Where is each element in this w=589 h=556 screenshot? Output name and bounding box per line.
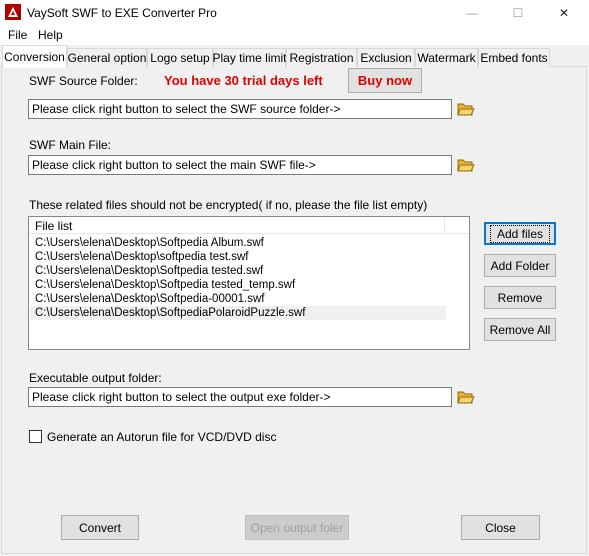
related-files-label: These related files should not be encryp…: [29, 198, 428, 212]
window-title: VaySoft SWF to EXE Converter Pro: [27, 6, 217, 20]
tab-conversion[interactable]: Conversion: [2, 45, 67, 68]
tab-general-option[interactable]: General option: [67, 48, 147, 67]
tab-watermark[interactable]: Watermark: [415, 48, 478, 67]
tab-strip: Conversion General option Logo setup Pla…: [0, 45, 589, 68]
tab-play-time-limit[interactable]: Play time limit: [213, 48, 287, 67]
close-window-button[interactable]: ✕: [541, 0, 587, 26]
maximize-icon: ☐: [512, 6, 524, 20]
output-folder-field[interactable]: Please click right button to select the …: [28, 387, 452, 407]
file-list-column-header[interactable]: File list: [29, 217, 445, 234]
browse-main-file-icon[interactable]: [457, 157, 475, 173]
tab-embed-fonts[interactable]: Embed fonts: [478, 48, 550, 67]
list-item[interactable]: C:\Users\elena\Desktop\Softpedia tested_…: [30, 278, 295, 292]
minimize-icon: —: [466, 6, 478, 20]
list-item[interactable]: C:\Users\elena\Desktop\Softpedia tested.…: [30, 264, 263, 278]
convert-button[interactable]: Convert: [61, 515, 139, 540]
open-output-folder-button[interactable]: Open output foler: [245, 515, 349, 540]
tab-logo-setup[interactable]: Logo setup: [147, 48, 213, 67]
file-list[interactable]: File list C:\Users\elena\Desktop\Softped…: [28, 216, 470, 350]
list-item[interactable]: C:\Users\elena\Desktop\Softpedia Album.s…: [30, 236, 264, 250]
buy-now-button[interactable]: Buy now: [348, 68, 422, 93]
remove-button[interactable]: Remove: [484, 286, 556, 309]
list-item[interactable]: C:\Users\elena\Desktop\softpedia test.sw…: [30, 250, 249, 264]
trial-notice: You have 30 trial days left: [164, 73, 323, 88]
add-files-button[interactable]: Add files: [484, 222, 556, 245]
close-icon: ✕: [558, 6, 570, 20]
output-folder-label: Executable output folder:: [29, 371, 162, 385]
swf-source-label: SWF Source Folder:: [29, 74, 138, 88]
browse-source-folder-icon[interactable]: [457, 101, 475, 117]
minimize-button[interactable]: —: [449, 0, 495, 26]
swf-main-field[interactable]: Please click right button to select the …: [28, 155, 452, 175]
browse-output-folder-icon[interactable]: [457, 389, 475, 405]
maximize-button[interactable]: ☐: [495, 0, 541, 26]
swf-source-field[interactable]: Please click right button to select the …: [28, 99, 452, 119]
list-item[interactable]: C:\Users\elena\Desktop\SoftpediaPolaroid…: [30, 306, 446, 320]
autorun-checkbox[interactable]: [29, 430, 42, 443]
menu-bar: File Help: [0, 26, 589, 45]
title-bar: VaySoft SWF to EXE Converter Pro — ☐ ✕: [0, 0, 589, 26]
remove-all-button[interactable]: Remove All: [484, 318, 556, 341]
menu-help[interactable]: Help: [38, 28, 63, 42]
app-icon: [5, 4, 21, 20]
list-item[interactable]: C:\Users\elena\Desktop\Softpedia-00001.s…: [30, 292, 264, 306]
tab-exclusion[interactable]: Exclusion: [357, 48, 415, 67]
tab-registration[interactable]: Registration: [286, 48, 357, 67]
swf-main-label: SWF Main File:: [29, 138, 112, 152]
close-button[interactable]: Close: [461, 515, 540, 540]
menu-file[interactable]: File: [8, 28, 27, 42]
add-folder-button[interactable]: Add Folder: [484, 254, 556, 277]
autorun-label: Generate an Autorun file for VCD/DVD dis…: [47, 430, 277, 444]
file-list-header: File list: [29, 217, 469, 234]
